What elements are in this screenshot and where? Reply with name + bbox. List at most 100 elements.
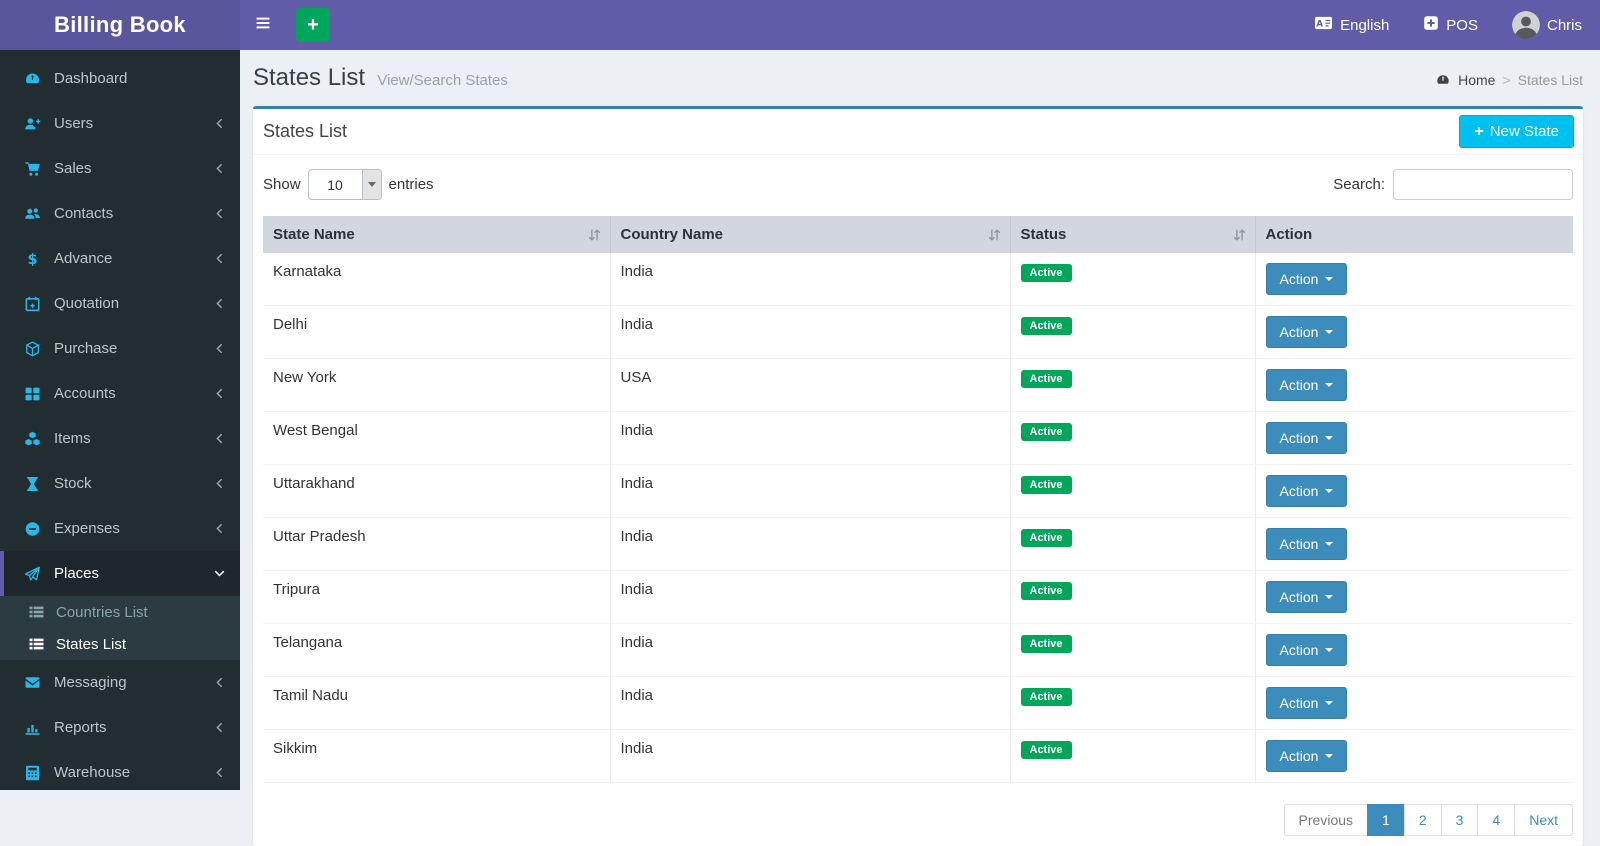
sidebar-link-reports[interactable]: Reports: [0, 705, 240, 750]
state-name-cell: West Bengal: [263, 411, 611, 465]
sidebar-item-label: Purchase: [54, 340, 118, 357]
panel-body: Show 10 entries Search: State Name Countr…: [253, 155, 1583, 846]
action-button[interactable]: Action: [1265, 581, 1348, 613]
action-button[interactable]: Action: [1265, 263, 1348, 295]
action-button[interactable]: Action: [1265, 634, 1348, 666]
status-cell: Active: [1010, 358, 1256, 412]
bar-chart-icon: [24, 720, 42, 736]
chevron-left-icon: [213, 676, 226, 689]
sidebar-link-users[interactable]: Users: [0, 101, 240, 146]
top-navbar: Billing Book + A English POS Chris: [0, 0, 1600, 50]
breadcrumb-home[interactable]: Home: [1458, 72, 1495, 88]
status-cell: Active: [1010, 623, 1256, 677]
action-button-label: Action: [1279, 695, 1319, 711]
action-button[interactable]: Action: [1265, 369, 1348, 401]
action-button-label: Action: [1279, 377, 1319, 393]
action-button[interactable]: Action: [1265, 528, 1348, 560]
sidebar-link-contacts[interactable]: Contacts: [0, 191, 240, 236]
panel-title: States List: [263, 121, 348, 141]
sidebar-item-users: Users: [0, 101, 240, 146]
page-size-select[interactable]: 10: [307, 169, 382, 200]
pagination-page-4[interactable]: 4: [1477, 804, 1516, 836]
status-cell: Active: [1010, 253, 1256, 306]
pagination-next-button[interactable]: Next: [1514, 804, 1573, 836]
sidebar-link-items[interactable]: Items: [0, 416, 240, 461]
search-control: Search:: [1333, 169, 1573, 200]
action-cell: Action: [1255, 729, 1573, 783]
sidebar-link-expenses[interactable]: Expenses: [0, 506, 240, 551]
sidebar-toggle-button[interactable]: [240, 0, 286, 50]
pos-menu[interactable]: POS: [1423, 15, 1478, 35]
plus-icon: +: [307, 13, 319, 36]
svg-text:$: $: [27, 252, 37, 267]
caret-down-icon: [1325, 701, 1334, 705]
country-name-cell: India: [610, 676, 1011, 730]
action-button[interactable]: Action: [1265, 740, 1348, 772]
states-list-panel: States List + New State Show 10 entries …: [253, 106, 1583, 846]
country-name-cell: India: [610, 464, 1011, 518]
page-heading: States List View/Search States: [253, 64, 508, 92]
pagination-page-3[interactable]: 3: [1440, 804, 1479, 836]
quick-add-button[interactable]: +: [296, 8, 330, 42]
sidebar-link-dashboard[interactable]: Dashboard: [0, 56, 240, 101]
action-button[interactable]: Action: [1265, 475, 1348, 507]
state-name-cell: Delhi: [263, 305, 611, 359]
user-menu[interactable]: Chris: [1511, 11, 1582, 39]
sidebar-item-label: Accounts: [54, 385, 116, 402]
action-cell: Action: [1255, 623, 1573, 677]
column-header-label: Status: [1020, 226, 1067, 243]
sidebar-sublink-states-list[interactable]: States List: [0, 628, 240, 660]
sidebar-link-quotation[interactable]: Quotation: [0, 281, 240, 326]
new-state-button[interactable]: + New State: [1459, 115, 1574, 148]
sidebar-link-places[interactable]: Places: [0, 551, 240, 596]
sidebar-link-messaging[interactable]: Messaging: [0, 660, 240, 705]
action-button[interactable]: Action: [1265, 687, 1348, 719]
cube-icon: [24, 341, 42, 357]
sort-icon: [1232, 227, 1247, 242]
pagination-page-1[interactable]: 1: [1367, 804, 1405, 836]
app-logo[interactable]: Billing Book: [0, 0, 240, 50]
sidebar-link-purchase[interactable]: Purchase: [0, 326, 240, 371]
country-name-cell: USA: [610, 358, 1011, 412]
action-button[interactable]: Action: [1265, 422, 1348, 454]
chevron-left-icon: [213, 477, 226, 490]
caret-down-icon: [1325, 383, 1334, 387]
column-header-label: Country Name: [620, 226, 724, 243]
column-header-status[interactable]: Status: [1010, 216, 1256, 253]
sidebar-link-sales[interactable]: Sales: [0, 146, 240, 191]
column-header-action: Action: [1255, 216, 1573, 253]
search-input[interactable]: [1393, 169, 1573, 200]
status-badge: Active: [1020, 529, 1072, 547]
pagination-page-2[interactable]: 2: [1403, 804, 1442, 836]
pagination-previous-button[interactable]: Previous: [1283, 804, 1369, 836]
sidebar-item-label: Users: [54, 115, 94, 132]
sidebar-link-advance[interactable]: $ Advance: [0, 236, 240, 281]
action-button-label: Action: [1279, 483, 1319, 499]
column-header-state-name[interactable]: State Name: [263, 216, 611, 253]
sidebar-item-label: Warehouse: [54, 764, 131, 781]
breadcrumb-current: States List: [1517, 72, 1583, 88]
country-name-cell: India: [610, 623, 1011, 677]
sidebar-item-expenses: Expenses: [0, 506, 240, 551]
sidebar-sublink-countries-list[interactable]: Countries List: [0, 596, 240, 628]
table-row: Telangana India Active Action: [263, 623, 1573, 677]
pagination: Previous 1 2 3 4 Next: [1283, 804, 1573, 836]
caret-down-icon: [1325, 489, 1334, 493]
plus-square-icon: [1423, 15, 1439, 35]
envelope-icon: [24, 675, 42, 691]
sidebar-link-warehouse[interactable]: Warehouse: [0, 750, 240, 795]
column-header-country-name[interactable]: Country Name: [610, 216, 1011, 253]
status-badge: Active: [1020, 688, 1072, 706]
status-badge: Active: [1020, 741, 1072, 759]
sidebar-item-label: Items: [54, 430, 91, 447]
sidebar-link-stock[interactable]: Stock: [0, 461, 240, 506]
sidebar-item-stock: Stock: [0, 461, 240, 506]
chevron-left-icon: [213, 766, 226, 779]
sidebar-item-label: Expenses: [54, 520, 120, 537]
sidebar-link-accounts[interactable]: Accounts: [0, 371, 240, 416]
caret-down-icon: [1325, 542, 1334, 546]
action-button[interactable]: Action: [1265, 316, 1348, 348]
country-name-cell: India: [610, 305, 1011, 359]
status-badge: Active: [1020, 264, 1072, 282]
language-menu[interactable]: A English: [1314, 15, 1389, 35]
